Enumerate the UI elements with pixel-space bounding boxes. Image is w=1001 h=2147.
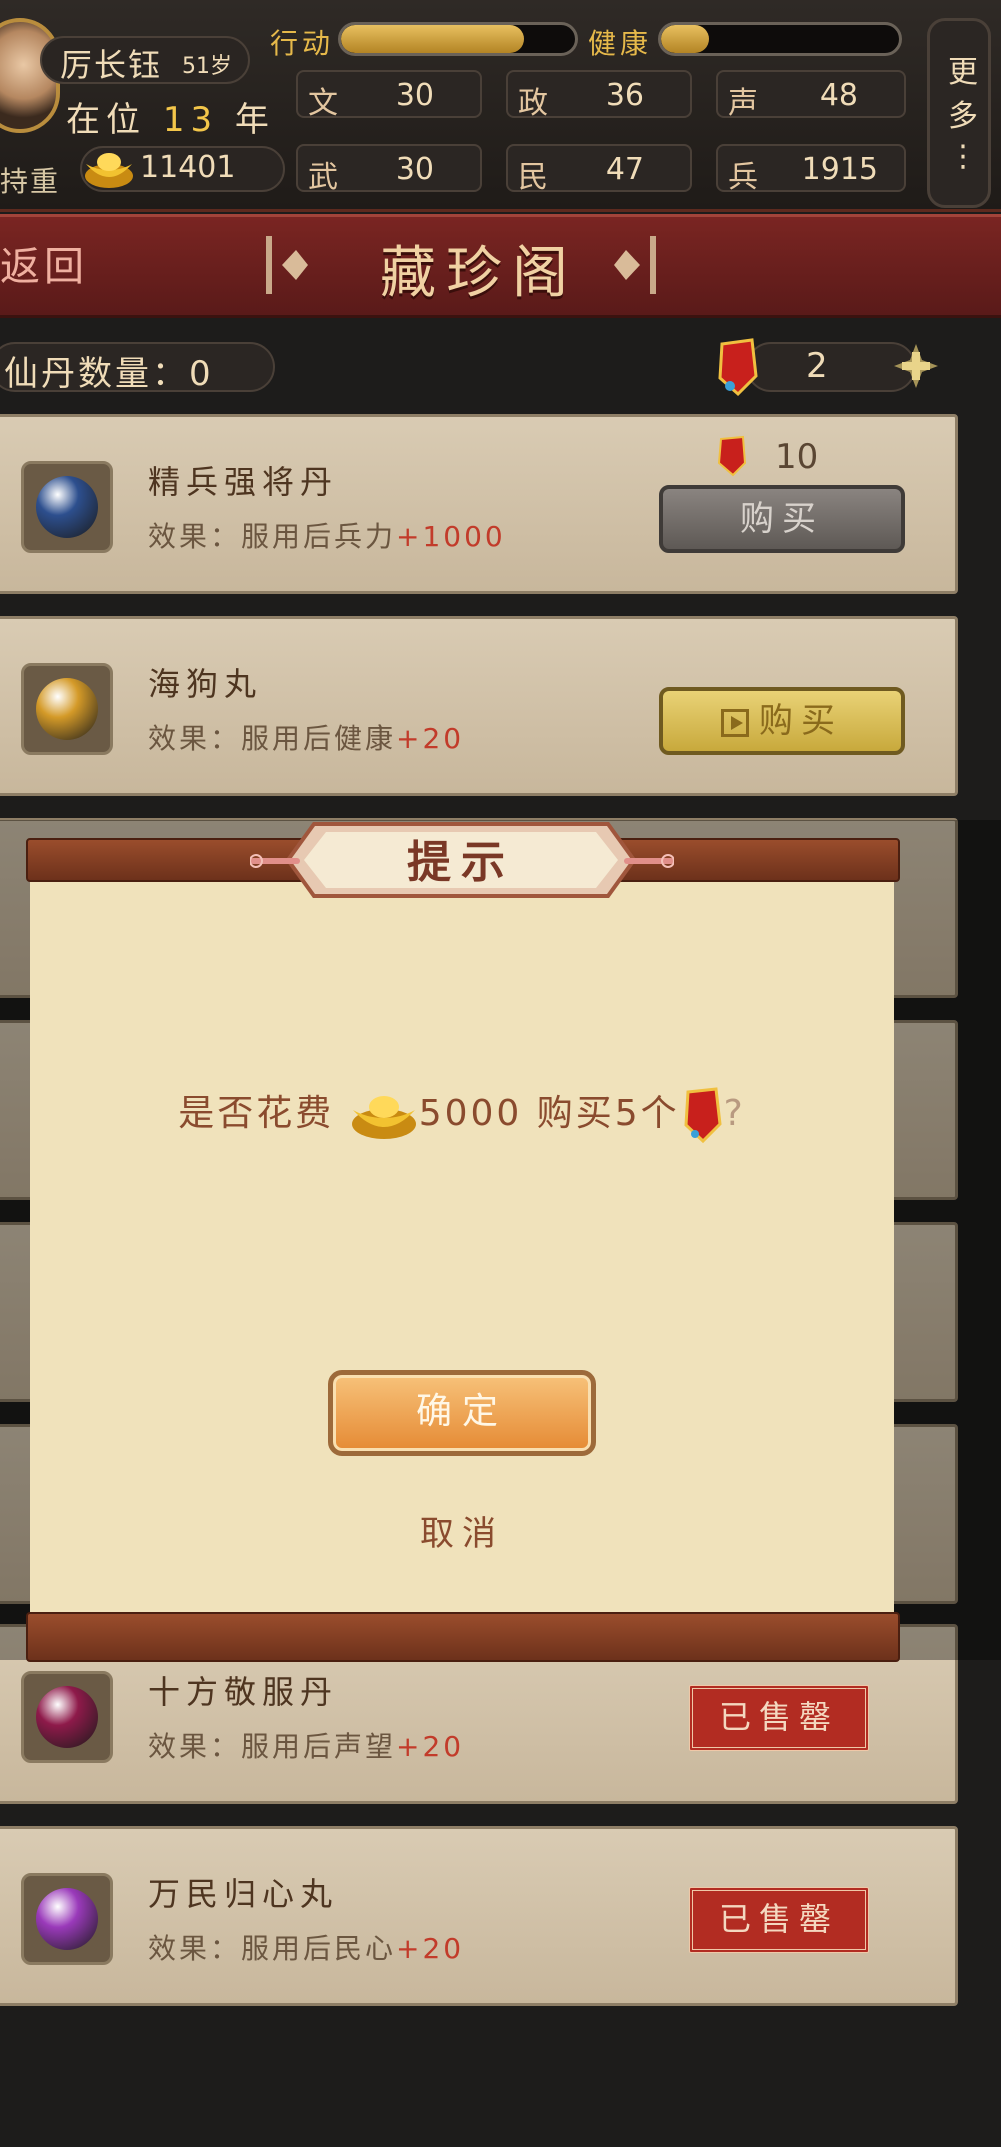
item-icon-frame <box>21 1671 113 1763</box>
stat-wu: 武 30 <box>296 144 482 195</box>
item-desc: 效果：服用后兵力+1000 <box>148 520 506 553</box>
item-icon-frame <box>21 461 113 553</box>
item-name: 十方敬服丹 <box>148 1673 339 1711</box>
item-desc: 效果：服用后声望+20 <box>148 1730 465 1763</box>
stat-bing: 兵 1915 <box>716 144 906 195</box>
player-name: 厉长钰 <box>60 46 163 84</box>
blue-pill-icon <box>36 476 98 538</box>
talisman-icon <box>717 435 747 477</box>
arrow-right-icon <box>614 236 656 294</box>
gold-ingot-icon <box>85 153 133 188</box>
health-label: 健康 <box>588 27 653 60</box>
shop-item-2: 海狗丸 效果：服用后健康+20 购买 <box>0 616 958 796</box>
stat-wen: 文 30 <box>296 70 482 121</box>
msg-amount: 5000 <box>418 1093 523 1134</box>
crimson-pill-icon <box>36 1686 98 1748</box>
item-name: 海狗丸 <box>148 665 263 703</box>
cancel-button[interactable]: 取消 <box>328 1506 596 1555</box>
sold-out-stamp: 已售罄 <box>689 1887 869 1953</box>
sold-out-stamp: 已售罄 <box>689 1685 869 1751</box>
msg-mid: 购买5个 <box>536 1093 680 1134</box>
buy-button[interactable]: 购买 <box>659 485 905 553</box>
item-name: 万民归心丸 <box>148 1875 339 1913</box>
shop-item-4: 万民归心丸 效果：服用后民心+20 已售罄 <box>0 1826 958 2006</box>
more-label-1: 更 <box>948 55 978 90</box>
action-bar <box>338 22 578 56</box>
arrow-left-icon <box>266 236 308 294</box>
talisman-icon <box>718 338 758 397</box>
token-pill <box>746 342 916 392</box>
dialog-message: 是否花费 5000 购买5个? <box>30 1084 894 1144</box>
action-label: 行动 <box>270 27 335 60</box>
more-button[interactable]: 更 多 ⋮ <box>927 18 991 208</box>
dialog-title: 提示 <box>407 837 515 888</box>
item-icon-frame <box>21 663 113 755</box>
health-bar-fill <box>661 25 709 53</box>
item-price: 10 <box>775 437 819 477</box>
watch-ad-buy-button[interactable]: 购买 <box>659 687 905 755</box>
talisman-icon <box>684 1087 722 1144</box>
item-desc: 效果：服用后民心+20 <box>148 1932 465 1965</box>
reign-text: 在位 13 年 <box>66 92 275 141</box>
reign-suffix: 年 <box>234 100 275 140</box>
reign-years: 13 <box>162 100 219 140</box>
reign-prefix: 在位 <box>66 100 146 140</box>
player-age: 51岁 <box>182 54 232 79</box>
stat-sheng: 声 48 <box>716 70 906 121</box>
buy-label: 购买 <box>759 701 843 741</box>
gold-ingot-icon <box>351 1096 416 1139</box>
more-dots-icon: ⋮ <box>948 139 978 174</box>
gold-amount: 11401 <box>140 150 236 185</box>
player-title: 持重 <box>0 165 61 198</box>
add-token-icon[interactable] <box>892 342 940 390</box>
item-icon-frame <box>21 1873 113 1965</box>
token-count: 2 <box>806 346 828 386</box>
item-desc: 效果：服用后健康+20 <box>148 722 465 755</box>
action-bar-fill <box>341 25 524 53</box>
confirm-button[interactable]: 确定 <box>328 1370 596 1456</box>
health-bar <box>658 22 902 56</box>
pill-count: 仙丹数量：0 <box>4 354 214 394</box>
back-button[interactable]: 返回 <box>0 234 88 292</box>
msg-prefix: 是否花费 <box>178 1093 335 1134</box>
play-video-icon <box>721 708 749 737</box>
stat-zheng: 政 36 <box>506 70 692 121</box>
msg-suffix: ? <box>723 1093 746 1134</box>
stat-min: 民 47 <box>506 144 692 195</box>
item-name: 精兵强将丹 <box>148 463 339 501</box>
gold-pill-icon <box>36 678 98 740</box>
shop-item-1: 精兵强将丹 效果：服用后兵力+1000 10 购买 <box>0 414 958 594</box>
dialog-panel <box>30 882 894 1612</box>
purple-orb-icon <box>36 1888 98 1950</box>
scroll-bottom-rod <box>26 1612 900 1662</box>
page-title: 藏珍阁 <box>380 241 578 306</box>
more-label-2: 多 <box>948 99 978 134</box>
